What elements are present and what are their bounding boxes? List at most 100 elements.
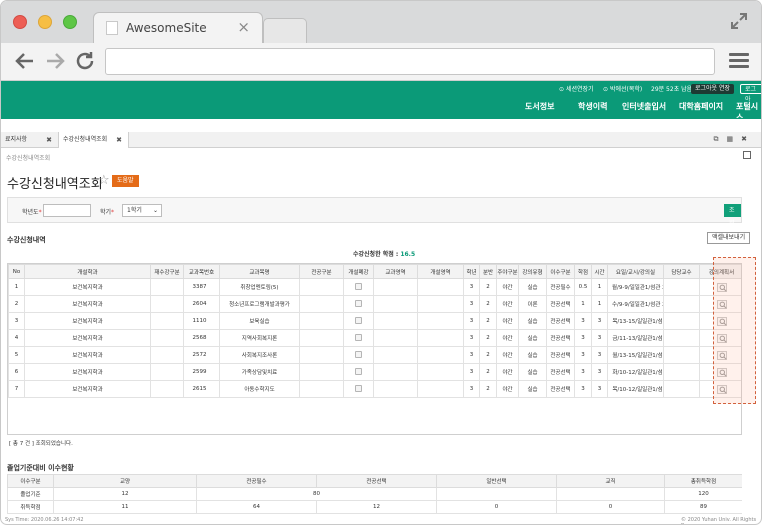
term-label: 학기* (100, 209, 115, 216)
app-tab-bar: 료지사항 ✖ 수강신청내역조회 ✖ ⧉▦✖ (1, 132, 761, 148)
table-cell: 야간 (496, 312, 519, 330)
table-cell: 0.5 (574, 278, 592, 296)
cancelled-checkbox[interactable] (355, 333, 362, 341)
table-cell (663, 380, 700, 398)
year-input[interactable] (43, 204, 91, 217)
table-row[interactable]: 4 보건복지학과 2568 지역사회복지론 3 2 야간 실습 전공선택 3 3 금/11-13/일일… (8, 329, 741, 347)
table-cell: 실습 (518, 312, 547, 330)
table-row[interactable]: 3 보건복지학과 1110 보육실습 3 2 야간 실습 전공선택 3 3 목/13-15/일일관1/… (8, 312, 741, 330)
browser-titlebar: AwesomeSite × (1, 1, 761, 44)
column-header: 전공선택 (316, 474, 437, 488)
column-header: 이수구분 (7, 474, 54, 488)
column-header: 교양 (53, 474, 197, 488)
table-cell: 전공필수 (546, 278, 575, 296)
course-list-title: 수강신청내역 (7, 236, 46, 244)
table-cell: 3 (463, 363, 480, 381)
table-cell (344, 415, 374, 432)
menu-portal[interactable]: 포털시스 (736, 101, 761, 123)
search-button[interactable]: 조회 (724, 204, 741, 227)
table-cell (663, 329, 700, 347)
zoom-window-button[interactable] (63, 15, 77, 29)
course-table: No 개설학과 재수강구분 교과목번호 교과목명 전공구분 개설폐강 교과영역 … (7, 263, 742, 435)
session-time: 29분 52초 남음 (651, 86, 693, 93)
cancelled-checkbox[interactable] (355, 282, 362, 290)
column-header: 학점 (574, 264, 592, 279)
table-cell: 아동수학지도 (219, 380, 300, 398)
term-select[interactable]: 1학기 ⌄ (122, 204, 162, 217)
table-cell: 3 (591, 312, 608, 330)
table-cell (299, 346, 344, 364)
browser-menu-icon[interactable] (729, 53, 749, 69)
table-row[interactable]: 5 보건복지학과 2572 사회복지조사론 3 2 야간 실습 전공선택 3 3 월/13-15/일일… (8, 346, 741, 364)
empty-row (9, 415, 742, 432)
tab-notice[interactable]: 료지사항 ✖ (1, 132, 59, 148)
table-cell: 야간 (496, 346, 519, 364)
site-header: ⊙ 세션연장기 ⊙ 박에선(복학) 29분 52초 남음 로그아웃 연장 로그아… (1, 81, 761, 122)
cancelled-checkbox[interactable] (355, 384, 362, 392)
reload-icon[interactable] (73, 49, 97, 73)
excel-export-button[interactable]: 액셀내보내기 (707, 232, 751, 244)
favorite-star-icon[interactable]: ☆ (98, 173, 110, 188)
table-row[interactable]: 2 보건복지학과 2604 청소년프로그램개발과평가 3 2 야간 이론 전공선택 1 1 수/9-9… (8, 295, 741, 313)
table-cell (373, 278, 418, 296)
menu-internet-certificate[interactable]: 인터넷출입서 (622, 101, 666, 112)
cancelled-checkbox[interactable] (355, 299, 362, 307)
table-cell: 2 (479, 363, 497, 381)
table-row[interactable]: 1 보건복지학과 3387 취창업멘토링(5) 3 2 야간 실습 전공필수 0.5 1 월/9-9/… (8, 278, 741, 296)
menu-student-record[interactable]: 학생이력 (578, 101, 607, 112)
cancelled-checkbox[interactable] (355, 367, 362, 375)
table-cell (299, 329, 344, 347)
table-cell (417, 278, 464, 296)
column-header: 전공구분 (299, 264, 344, 279)
table-cell (151, 398, 184, 415)
table-cell: 2 (479, 346, 497, 364)
table-cell: 3 (591, 380, 608, 398)
table-cell: 보건복지학과 (24, 278, 151, 296)
window-restore-icon[interactable] (743, 151, 751, 159)
cancelled-checkbox[interactable] (355, 350, 362, 358)
forward-arrow-icon[interactable] (43, 49, 67, 73)
menu-library[interactable]: 도서정보 (525, 101, 554, 112)
table-cell: 3 (574, 312, 592, 330)
tab-tools-icons[interactable]: ⧉▦✖ (714, 135, 755, 144)
user-name[interactable]: ⊙ 박에선(복학) (603, 84, 642, 93)
table-cell: 전공선택 (546, 295, 575, 313)
cancelled-checkbox[interactable] (355, 316, 362, 324)
help-button[interactable]: 도움말 (112, 175, 139, 187)
address-bar[interactable] (105, 48, 715, 75)
table-cell (373, 346, 418, 364)
column-header: 일반선택 (436, 474, 557, 488)
new-tab-button[interactable] (263, 18, 307, 44)
minimize-window-button[interactable] (38, 15, 52, 29)
table-cell (343, 380, 374, 398)
table-cell (663, 346, 700, 364)
table-cell: 80 (196, 487, 437, 501)
table-cell (547, 415, 575, 432)
browser-tab[interactable]: AwesomeSite × (93, 12, 263, 44)
tab-course-registration[interactable]: 수강신청내역조회 ✖ (59, 132, 129, 148)
back-arrow-icon[interactable] (13, 49, 37, 73)
close-tab-icon[interactable]: ✖ (116, 132, 122, 148)
session-link[interactable]: ⊙ 세션연장기 (559, 84, 594, 93)
table-cell: 2568 (183, 329, 220, 347)
close-tab-icon[interactable]: × (237, 18, 250, 36)
column-header: 개설폐강 (343, 264, 374, 279)
close-tab-icon[interactable]: ✖ (46, 132, 52, 148)
table-cell (480, 398, 497, 415)
table-row[interactable]: 7 보건복지학과 2615 아동수학지도 3 2 야간 실습 전공선택 3 3 목/10-12/일일관… (8, 380, 741, 398)
logout-button[interactable]: 로그아 (740, 84, 761, 103)
table-cell (464, 415, 480, 432)
browser-window: AwesomeSite × ⊙ 세션연장기 ⊙ 박에선(복학) 29분 52초 … (0, 0, 762, 525)
table-cell (150, 363, 184, 381)
column-header: 학년 (463, 264, 480, 279)
table-cell (150, 278, 184, 296)
column-header: 시간 (591, 264, 608, 279)
table-row[interactable]: 6 보건복지학과 2599 가족상담및치료 3 2 야간 실습 전공선택 3 3 화/10-12/일일… (8, 363, 741, 381)
close-window-button[interactable] (13, 15, 27, 29)
table-cell: 전공선택 (546, 380, 575, 398)
table-cell: 전공선택 (546, 329, 575, 347)
table-cell (608, 398, 664, 415)
extend-session-button[interactable]: 로그아웃 연장 (691, 84, 735, 94)
fullscreen-icon[interactable] (729, 11, 749, 31)
menu-university-home[interactable]: 대학홈페이지 (679, 101, 723, 112)
